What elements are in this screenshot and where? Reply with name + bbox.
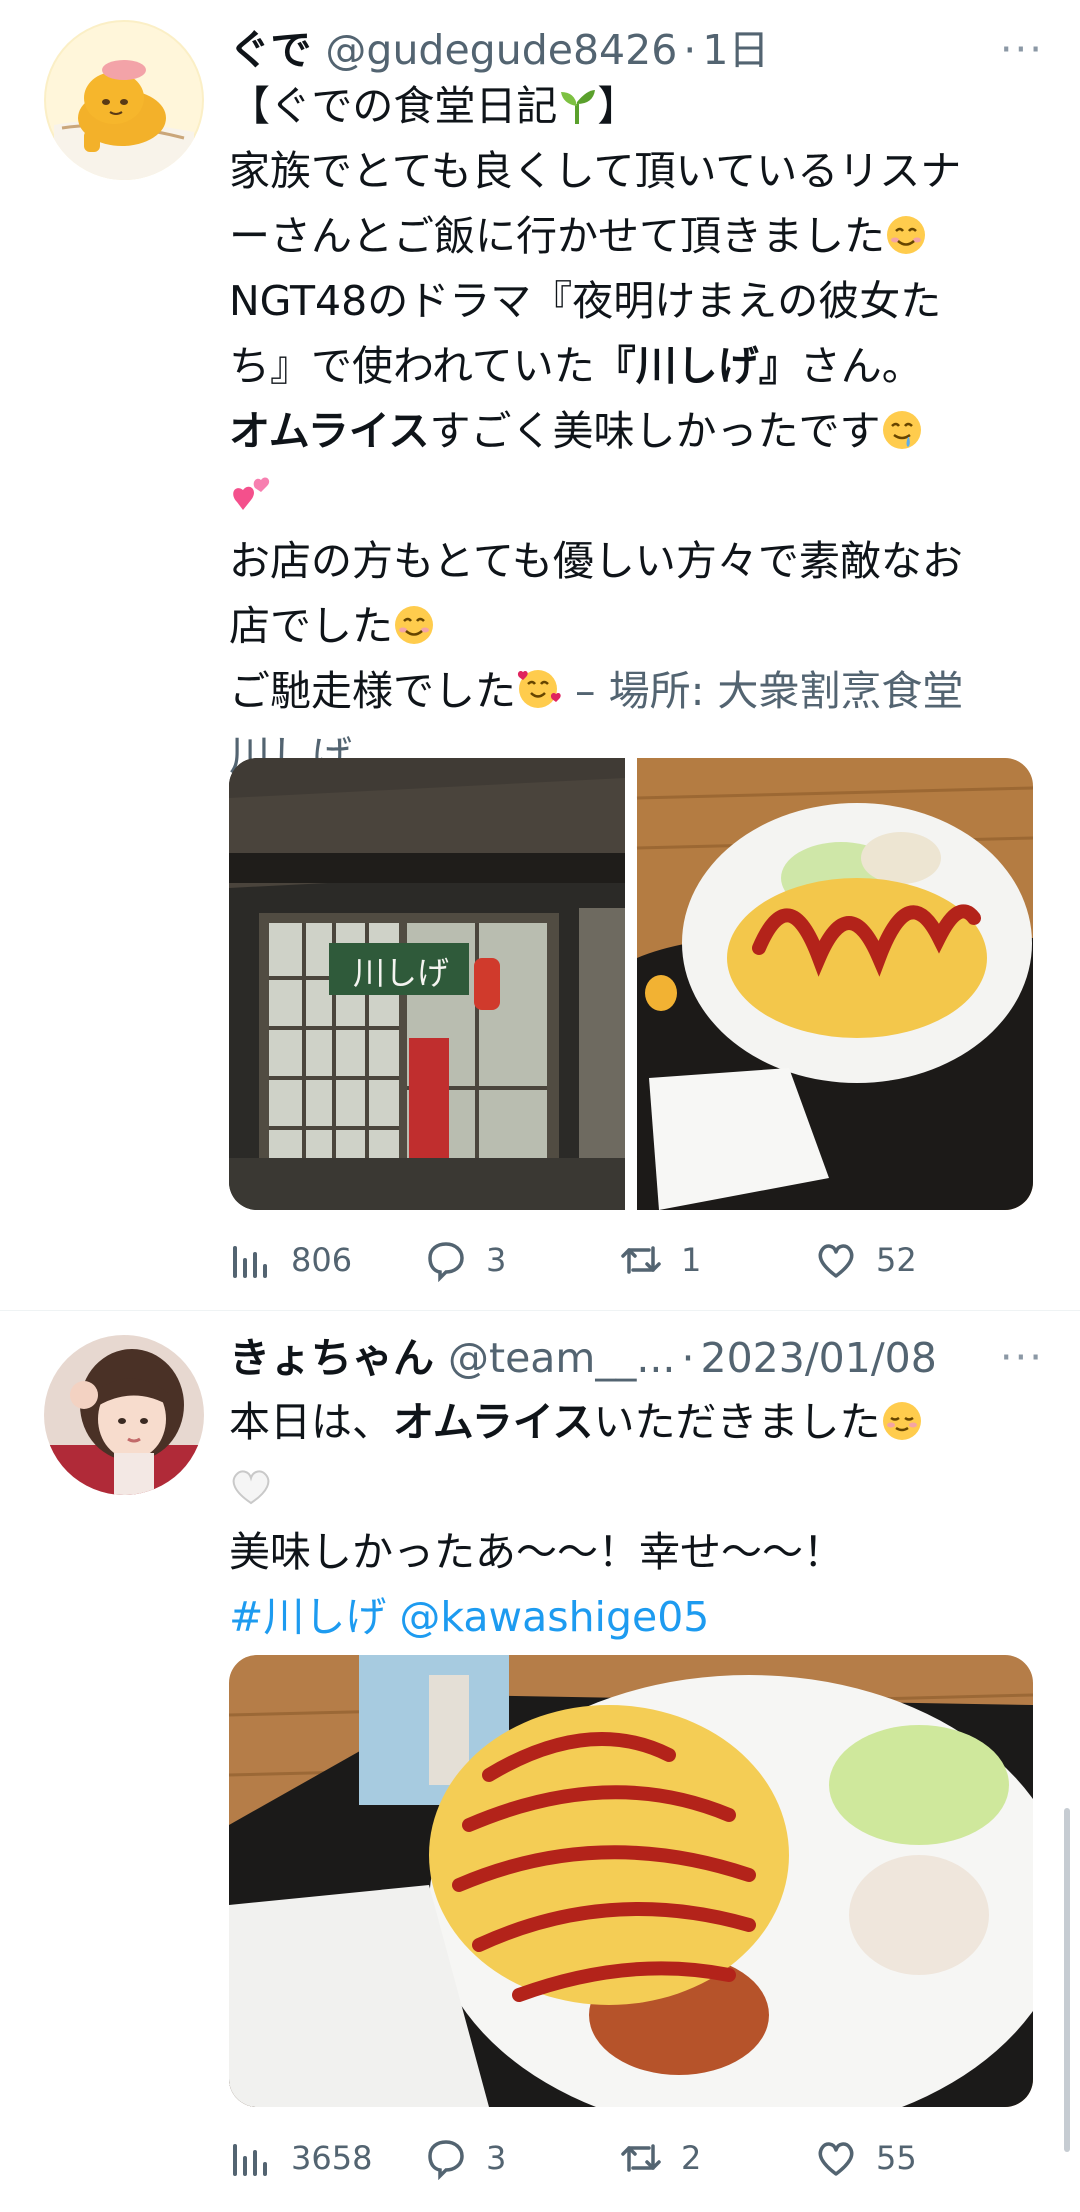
hearts-emoji: [229, 470, 273, 535]
reply-count: 3: [486, 1241, 507, 1279]
media-image[interactable]: [229, 1655, 1033, 2107]
avatar[interactable]: [44, 1335, 204, 1495]
avatar[interactable]: [44, 20, 204, 180]
reply-icon: [428, 2140, 464, 2180]
text-line: ーさんとご飯に行かせて頂きました: [229, 212, 885, 260]
timestamp[interactable]: 1日: [702, 20, 769, 80]
views-button[interactable]: 3658: [229, 2136, 424, 2180]
views-count: 806: [291, 1241, 353, 1279]
gudetama-avatar-image: [44, 20, 204, 180]
text-line: ち』で使われていた: [229, 342, 595, 390]
reply-icon: [428, 1242, 464, 1282]
reply-button[interactable]: 3: [424, 2136, 619, 2180]
retweet-icon: [621, 1246, 661, 1274]
text-line: お店の方もとても優しい方々で素敵なお: [229, 537, 963, 585]
media-grid[interactable]: 川しげ: [229, 758, 1033, 1210]
text-line: ご馳走様でした: [229, 667, 516, 715]
text-line: すごく美味しかったです: [429, 407, 881, 455]
text-line: 】: [597, 82, 639, 130]
tweet-header: きょちゃん @team__... · 2023/01/08: [229, 1328, 1040, 1388]
views-count: 3658: [291, 2139, 373, 2177]
tweet-header: ぐで @gudegude8426 · 1日: [229, 20, 1040, 80]
relieved-emoji: [881, 1396, 923, 1461]
more-icon[interactable]: ···: [1000, 1328, 1044, 1388]
like-count: 55: [876, 2139, 917, 2177]
text-line: さん。: [799, 342, 923, 390]
retweet-button[interactable]: 1: [619, 1238, 814, 1282]
like-button[interactable]: 52: [814, 1238, 1009, 1282]
like-button[interactable]: 55: [814, 2136, 1009, 2180]
retweet-icon: [621, 2144, 661, 2172]
tweet-text: 【ぐでの食堂日記】 家族でとても良くして頂いているリスナ ーさんとご飯に行かせて…: [229, 74, 1029, 789]
text-line: 本日は、: [229, 1398, 393, 1446]
retweet-button[interactable]: 2: [619, 2136, 814, 2180]
tweet-divider: [0, 1310, 1080, 1311]
text-line: NGT48のドラマ『夜明けまえの彼女た: [229, 277, 942, 325]
reply-count: 3: [486, 2139, 507, 2177]
display-name[interactable]: ぐで: [229, 20, 311, 80]
photo-grid-image: 川しげ: [229, 758, 1033, 1210]
hashtag-link[interactable]: #川しげ: [229, 1593, 386, 1641]
like-count: 52: [876, 1241, 917, 1279]
tweet-text: 本日は、オムライスいただきました 美味しかったあ〜〜！幸せ〜〜！ #川しげ @k…: [229, 1390, 1029, 1650]
text-line: いただきました: [593, 1398, 881, 1446]
seedling-emoji: [557, 80, 597, 145]
retweet-count: 1: [681, 1241, 702, 1279]
user-handle[interactable]: @team__...: [448, 1328, 675, 1388]
timestamp[interactable]: 2023/01/08: [701, 1328, 937, 1388]
text-line: 家族でとても良くして頂いているリスナ: [229, 147, 962, 195]
user-photo-avatar: [44, 1335, 204, 1495]
user-handle[interactable]: @gudegude8426: [325, 20, 677, 80]
separator-dot: ·: [681, 1334, 695, 1382]
more-icon[interactable]: ···: [1000, 20, 1044, 80]
smile-emoji: [885, 210, 927, 275]
display-name[interactable]: きょちゃん: [229, 1328, 434, 1388]
views-button[interactable]: 806: [229, 1238, 424, 1282]
drool-emoji: [881, 405, 923, 470]
white-heart-emoji: [229, 1461, 273, 1526]
like-icon: [818, 2142, 854, 2176]
tweet-actions: 806 3 1 52: [229, 1230, 1009, 1290]
sign-text: 川しげ: [353, 954, 449, 992]
text-line: 店でした: [229, 602, 393, 650]
scrollbar[interactable]: [1064, 1808, 1070, 2152]
smiling-hearts-emoji: [516, 665, 562, 730]
like-icon: [818, 1244, 854, 1278]
location-text[interactable]: – 場所: 大衆割烹食堂: [562, 667, 963, 715]
separator-dot: ·: [683, 26, 697, 74]
smile-emoji: [393, 600, 435, 665]
retweet-count: 2: [681, 2139, 702, 2177]
omurice-photo: [229, 1655, 1033, 2107]
tweet-actions: 3658 3 2 55: [229, 2128, 1009, 2188]
text-line: 【ぐでの食堂日記: [229, 82, 558, 130]
views-icon: [233, 1246, 267, 1278]
text-line: 美味しかったあ〜〜！幸せ〜〜！: [229, 1528, 844, 1576]
text-bold: オムライス: [393, 1398, 594, 1446]
mention-link[interactable]: @kawashige05: [399, 1593, 709, 1641]
text-bold: オムライス: [229, 407, 430, 455]
reply-button[interactable]: 3: [424, 1238, 619, 1282]
text-bold: 『川しげ』: [594, 342, 800, 390]
views-icon: [233, 2144, 267, 2176]
